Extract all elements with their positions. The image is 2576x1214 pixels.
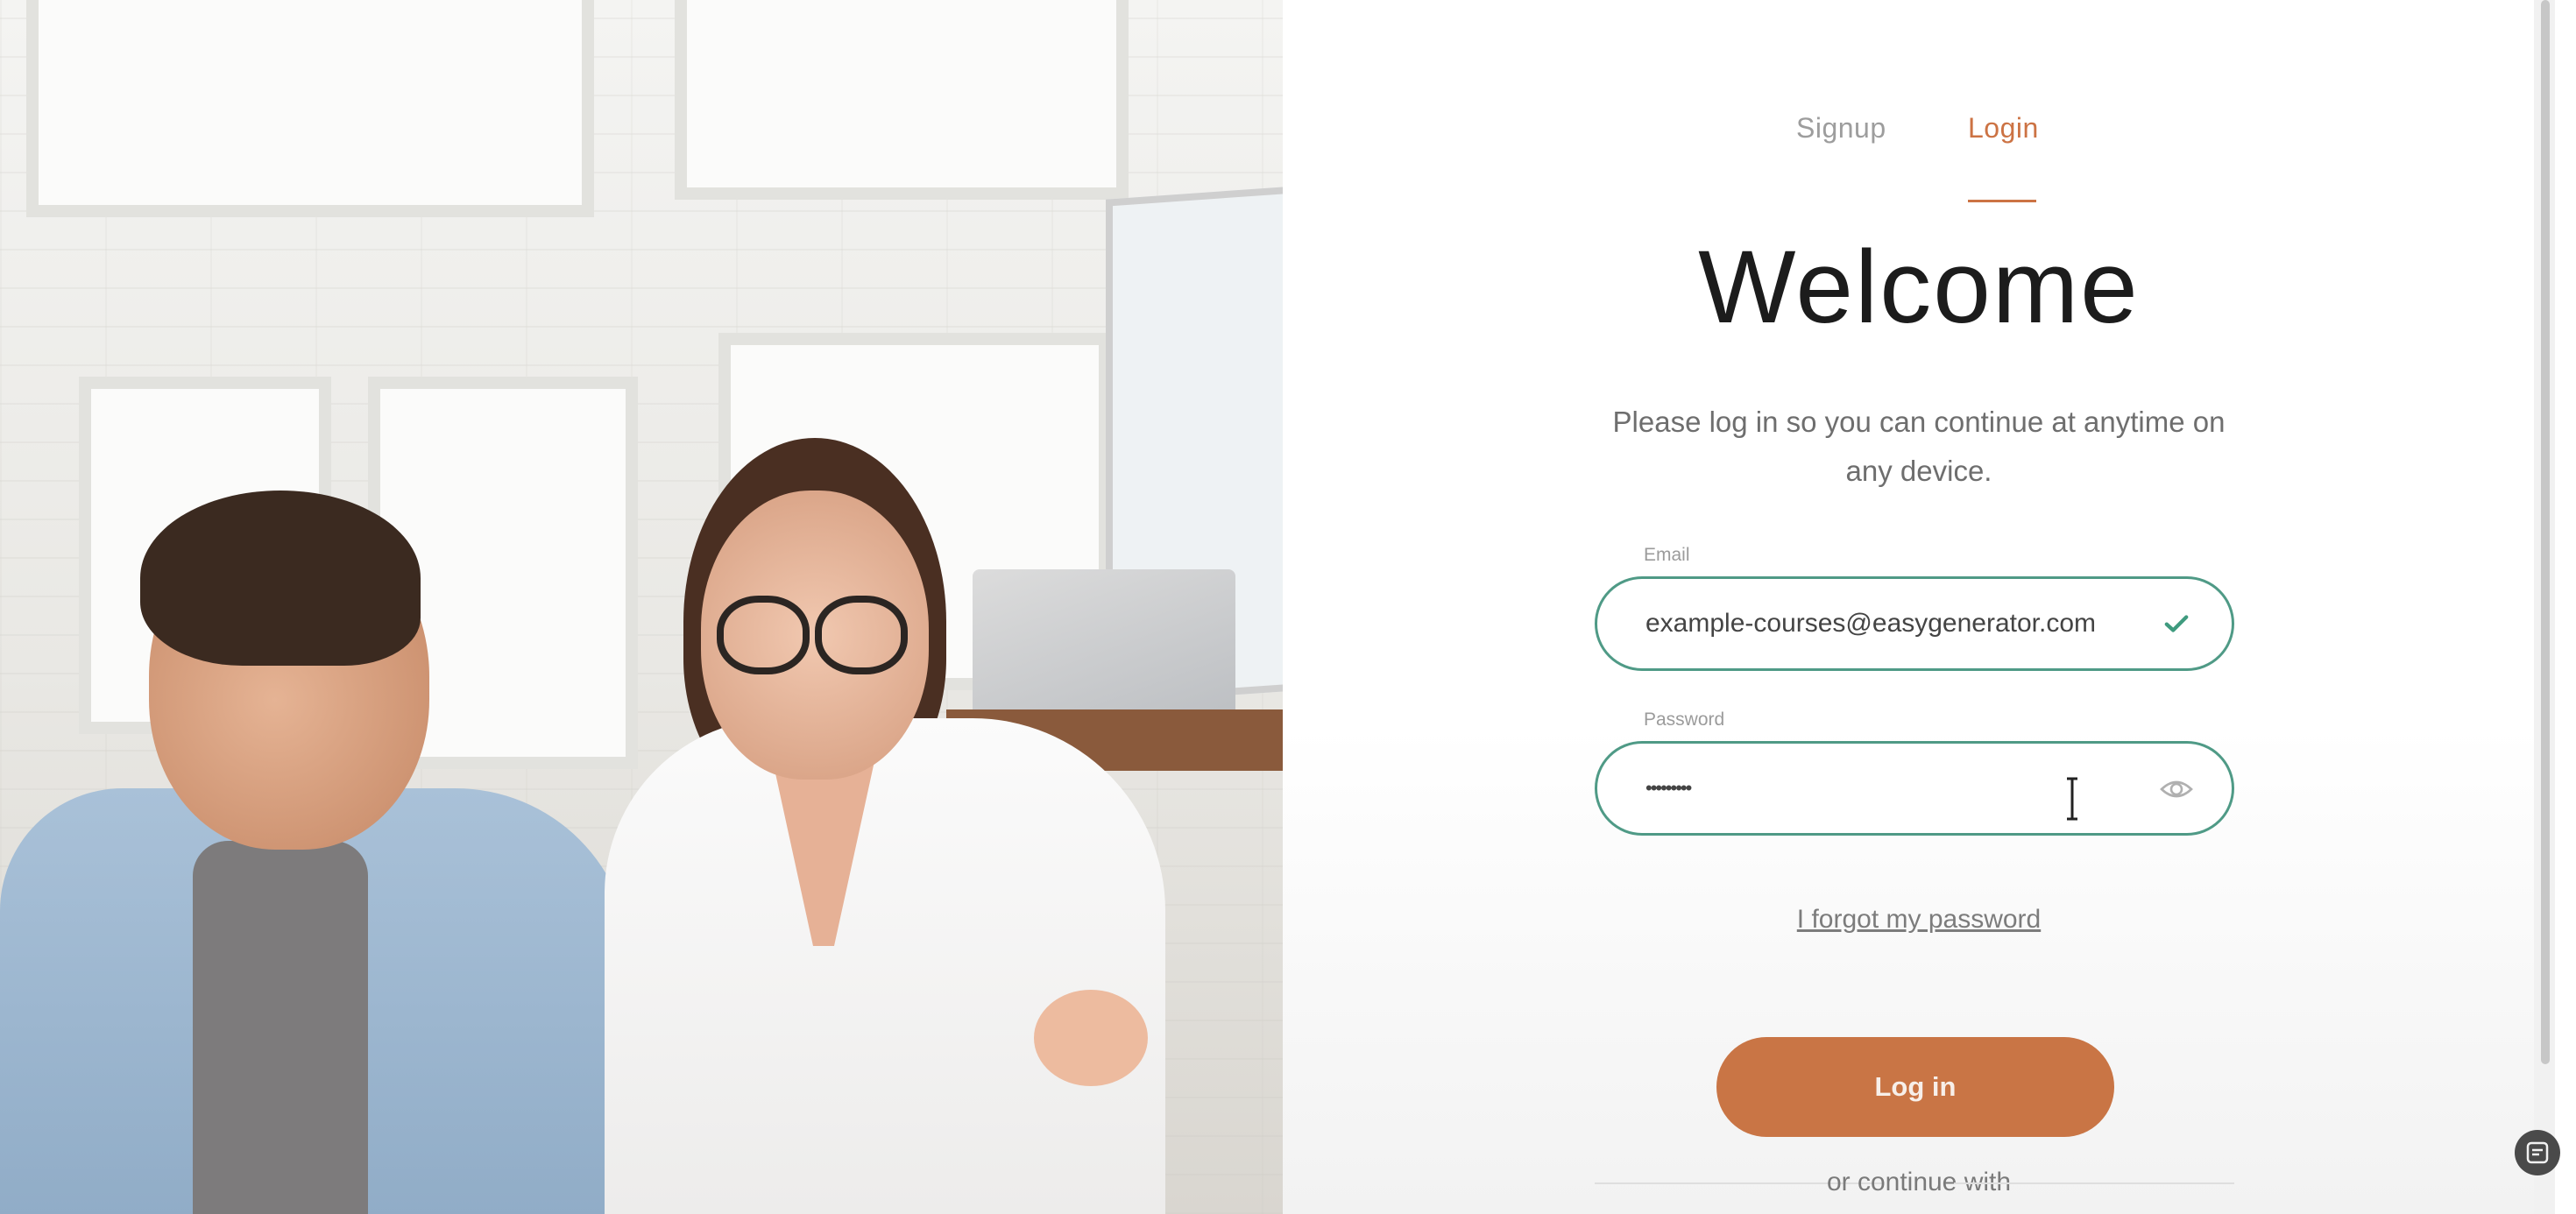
eye-icon[interactable] bbox=[2160, 777, 2193, 801]
password-field[interactable]: ••••••••• bbox=[1595, 741, 2234, 836]
password-label: Password bbox=[1644, 709, 1725, 730]
email-field[interactable]: example-courses@easygenerator.com bbox=[1595, 576, 2234, 671]
text-cursor-icon bbox=[2067, 777, 2077, 821]
email-label: Email bbox=[1644, 545, 1690, 565]
continue-with-label: or continue with bbox=[1826, 1168, 2012, 1196]
password-value: ••••••••• bbox=[1645, 777, 1692, 799]
page-title: Welcome bbox=[1698, 229, 2140, 345]
hero-photo bbox=[0, 0, 1283, 1214]
login-panel: Signup Login Welcome Please log in so yo… bbox=[1283, 0, 2555, 1214]
scan-button[interactable] bbox=[2515, 1130, 2560, 1175]
auth-tabs: Signup Login bbox=[1283, 112, 2555, 208]
scan-icon bbox=[2526, 1141, 2549, 1164]
page-subtitle: Please log in so you can continue at any… bbox=[1612, 406, 2226, 487]
divider-right bbox=[1954, 1182, 2234, 1184]
tab-signup[interactable]: Signup bbox=[1796, 112, 1886, 145]
check-icon bbox=[2164, 615, 2189, 632]
scrollbar-thumb[interactable] bbox=[2541, 0, 2550, 1064]
scrollbar[interactable] bbox=[2534, 0, 2555, 1214]
email-value: example-courses@easygenerator.com bbox=[1645, 609, 2097, 638]
login-button[interactable]: Log in bbox=[1716, 1037, 2114, 1137]
tab-login[interactable]: Login bbox=[1968, 112, 2039, 145]
forgot-password-link[interactable]: I forgot my password bbox=[1283, 905, 2555, 935]
active-tab-indicator bbox=[1968, 200, 2036, 202]
